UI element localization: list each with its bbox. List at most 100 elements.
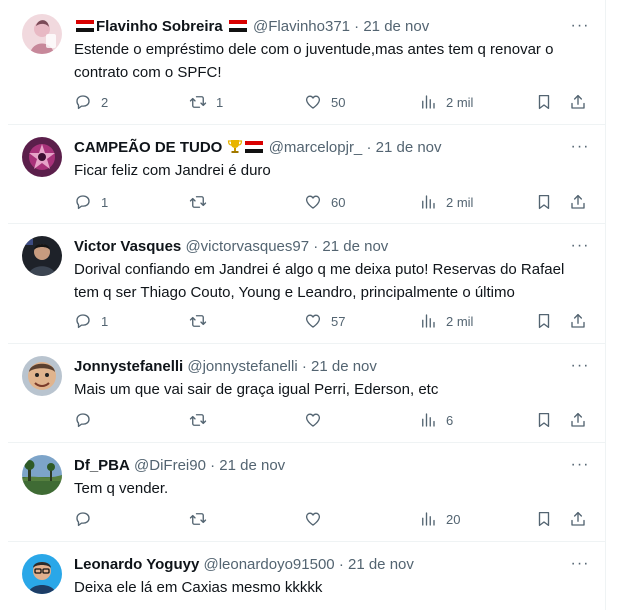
separator: · bbox=[210, 457, 216, 474]
tweet-date[interactable]: 21 de nov bbox=[311, 358, 377, 375]
tweet-date[interactable]: 21 de nov bbox=[322, 238, 388, 255]
views-button[interactable]: 20 bbox=[419, 508, 460, 530]
avatar[interactable] bbox=[22, 137, 62, 177]
tweet-2[interactable]: Victor Vasques @victorvasques97 · 21 de … bbox=[8, 223, 605, 344]
avatar[interactable] bbox=[22, 455, 62, 495]
views-button[interactable]: 2 mil bbox=[419, 191, 473, 213]
author-handle[interactable]: @jonnystefanelli bbox=[187, 358, 297, 375]
retweet-icon bbox=[189, 414, 207, 426]
retweet-button[interactable]: 1 bbox=[189, 91, 223, 113]
more-options-icon[interactable]: ··· bbox=[570, 238, 590, 260]
author-handle[interactable]: @DiFrei90 bbox=[134, 457, 206, 474]
tweet-3[interactable]: Jonnystefanelli @jonnystefanelli · 21 de… bbox=[8, 343, 605, 443]
separator: · bbox=[301, 358, 307, 375]
author-name[interactable]: CAMPEÃO DE TUDO bbox=[74, 139, 222, 156]
views-button[interactable]: 6 bbox=[419, 409, 453, 431]
tweet-1[interactable]: CAMPEÃO DE TUDO @marcelopjr_ · 21 de nov… bbox=[8, 124, 605, 224]
retweet-count: 1 bbox=[216, 94, 224, 110]
reply-button[interactable]: 1 bbox=[74, 310, 108, 332]
like-button[interactable] bbox=[304, 508, 331, 530]
like-count: 60 bbox=[331, 194, 346, 210]
reply-button[interactable]: 2 bbox=[74, 91, 108, 113]
share-button[interactable] bbox=[569, 91, 587, 113]
retweet-button[interactable] bbox=[189, 191, 216, 213]
share-button[interactable] bbox=[569, 310, 587, 332]
tweet-5[interactable]: Leonardo Yoguyy @leonardoyo91500 · 21 de… bbox=[8, 541, 605, 610]
flag-icon bbox=[76, 18, 94, 32]
heart-icon bbox=[305, 314, 321, 328]
heart-icon bbox=[305, 195, 321, 209]
heart-icon bbox=[305, 413, 321, 427]
bookmark-icon bbox=[538, 313, 550, 329]
author-handle[interactable]: @leonardoyo91500 bbox=[203, 556, 334, 573]
tweet-text: Deixa ele lá em Caxias mesmo kkkkk bbox=[74, 576, 574, 599]
tweet-text-line: Dorival confiando em Jandrei é algo q me… bbox=[74, 261, 565, 278]
bookmark-button[interactable] bbox=[535, 508, 553, 530]
reply-button[interactable] bbox=[74, 508, 101, 530]
avatar[interactable] bbox=[22, 554, 62, 594]
author-handle[interactable]: @Flavinho371 bbox=[253, 18, 350, 35]
heart-icon bbox=[305, 95, 321, 109]
share-icon bbox=[571, 194, 585, 209]
tweet-date[interactable]: 21 de nov bbox=[219, 457, 285, 474]
reply-button[interactable] bbox=[74, 409, 101, 431]
share-icon bbox=[571, 94, 585, 109]
like-button[interactable]: 60 bbox=[304, 191, 345, 213]
retweet-button[interactable] bbox=[189, 310, 216, 332]
tweet-text: Mais um que vai sair de graça igual Perr… bbox=[74, 378, 574, 401]
bookmark-button[interactable] bbox=[535, 310, 553, 332]
tweet-actions: 2 1 50 2 mil bbox=[74, 91, 594, 113]
more-options-icon[interactable]: ··· bbox=[570, 358, 590, 380]
tweet-date[interactable]: 21 de nov bbox=[376, 139, 442, 156]
views-icon bbox=[422, 512, 435, 526]
views-icon bbox=[422, 95, 435, 109]
share-button[interactable] bbox=[569, 409, 587, 431]
view-count: 20 bbox=[446, 511, 461, 527]
tweet-0[interactable]: Flavinho Sobreira @Flavinho371 · 21 de n… bbox=[8, 0, 605, 125]
more-options-icon[interactable]: ··· bbox=[570, 18, 590, 40]
bookmark-button[interactable] bbox=[535, 91, 553, 113]
views-icon bbox=[422, 413, 435, 427]
reply-button[interactable]: 1 bbox=[74, 191, 108, 213]
avatar[interactable] bbox=[22, 356, 62, 396]
like-button[interactable] bbox=[304, 409, 331, 431]
heart-icon bbox=[305, 512, 321, 526]
bookmark-button[interactable] bbox=[535, 409, 553, 431]
flag-icon bbox=[244, 139, 263, 153]
avatar[interactable] bbox=[22, 236, 62, 276]
avatar[interactable] bbox=[22, 14, 62, 54]
reply-icon bbox=[76, 95, 90, 110]
tweet-header: CAMPEÃO DE TUDO @marcelopjr_ · 21 de nov bbox=[74, 138, 442, 158]
separator: · bbox=[313, 238, 319, 255]
author-name[interactable]: Jonnystefanelli bbox=[74, 358, 183, 375]
like-count: 50 bbox=[331, 94, 346, 110]
author-name[interactable]: Victor Vasques bbox=[74, 238, 181, 255]
more-options-icon[interactable]: ··· bbox=[570, 457, 590, 479]
more-options-icon[interactable]: ··· bbox=[570, 139, 590, 161]
bookmark-button[interactable] bbox=[535, 191, 553, 213]
tweet-actions: 1 60 2 mil bbox=[74, 191, 594, 213]
share-button[interactable] bbox=[569, 191, 587, 213]
trophy-icon bbox=[227, 138, 243, 154]
retweet-button[interactable] bbox=[189, 409, 216, 431]
tweet-text-line: contrato com o SPFC! bbox=[74, 64, 222, 81]
author-name[interactable]: Flavinho Sobreira bbox=[96, 18, 223, 35]
tweet-date[interactable]: 21 de nov bbox=[363, 18, 429, 35]
tweet-header: Flavinho Sobreira @Flavinho371 · 21 de n… bbox=[74, 17, 429, 37]
like-button[interactable]: 57 bbox=[304, 310, 345, 332]
retweet-button[interactable] bbox=[189, 508, 216, 530]
share-button[interactable] bbox=[569, 508, 587, 530]
more-options-icon[interactable]: ··· bbox=[570, 556, 590, 578]
author-handle[interactable]: @victorvasques97 bbox=[185, 238, 309, 255]
tweet-date[interactable]: 21 de nov bbox=[348, 556, 414, 573]
author-name[interactable]: Df_PBA bbox=[74, 457, 130, 474]
author-handle[interactable]: @marcelopjr_ bbox=[269, 139, 363, 156]
author-name[interactable]: Leonardo Yoguyy bbox=[74, 556, 199, 573]
tweet-4[interactable]: Df_PBA @DiFrei90 · 21 de nov ··· Tem q v… bbox=[8, 442, 605, 542]
reply-icon bbox=[76, 413, 90, 428]
like-button[interactable]: 50 bbox=[304, 91, 345, 113]
share-icon bbox=[571, 412, 585, 427]
views-button[interactable]: 2 mil bbox=[419, 310, 473, 332]
views-button[interactable]: 2 mil bbox=[419, 91, 473, 113]
tweet-text-line: Mais um que vai sair de graça igual Perr… bbox=[74, 381, 439, 398]
